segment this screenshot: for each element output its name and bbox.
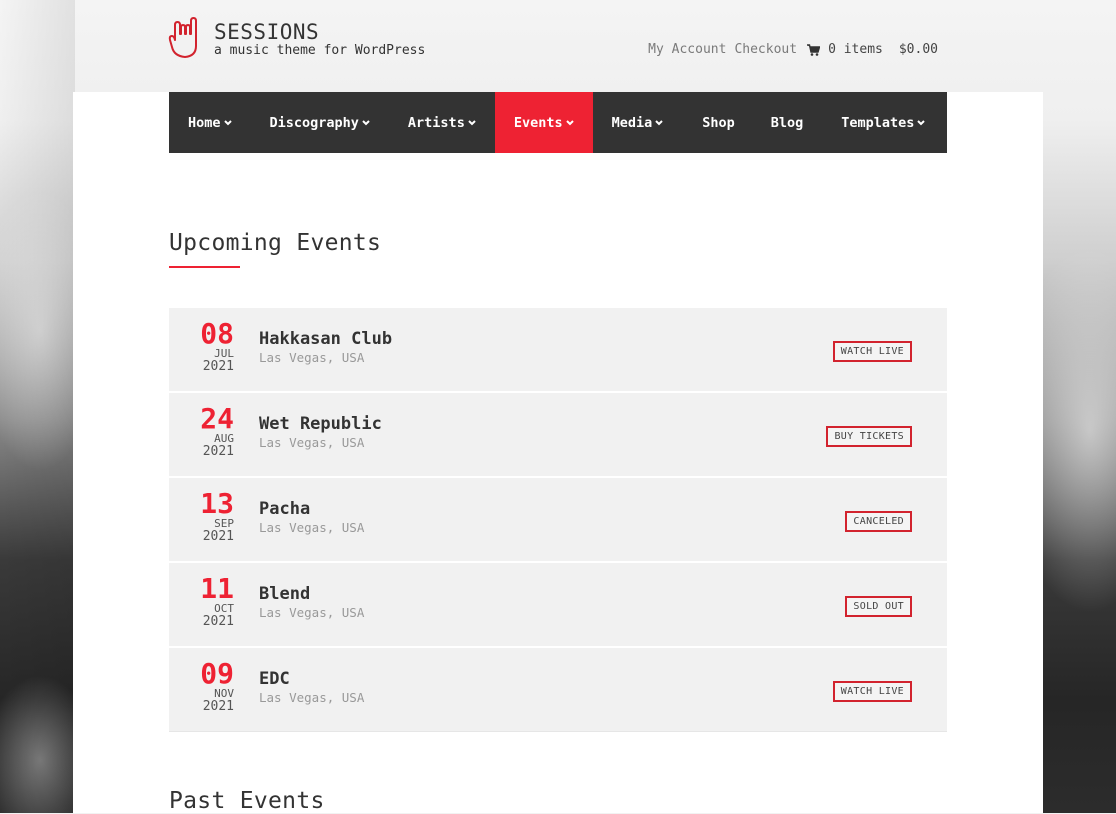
cart-total[interactable]: $0.00 — [899, 42, 938, 57]
event-day: 11 — [200, 572, 234, 605]
sold-out-badge[interactable]: SOLD OUT — [845, 596, 912, 617]
event-date: 13 SEP 2021 — [169, 490, 234, 544]
event-row[interactable]: 13 SEP 2021 Pacha Las Vegas, USA CANCELE… — [169, 478, 947, 563]
event-day: 24 — [200, 402, 234, 435]
watch-live-button[interactable]: WATCH LIVE — [832, 341, 912, 362]
nav-label: Events — [513, 114, 563, 131]
nav-item-home[interactable]: Home — [169, 92, 251, 153]
event-row[interactable]: 24 AUG 2021 Wet Republic Las Vegas, USA … — [169, 393, 947, 478]
nav-item-events[interactable]: Events — [494, 92, 593, 153]
nav-item-discography[interactable]: Discography — [251, 92, 389, 153]
my-account-link[interactable]: My Account — [648, 42, 726, 57]
event-row[interactable]: 08 JUL 2021 Hakkasan Club Las Vegas, USA… — [169, 308, 947, 393]
nav-label: Home — [188, 114, 221, 131]
nav-item-media[interactable]: Media — [593, 92, 683, 153]
event-year: 2021 — [202, 529, 234, 544]
event-location: Las Vegas, USA — [259, 435, 365, 450]
event-year: 2021 — [202, 444, 234, 459]
nav-item-artists[interactable]: Artists — [389, 92, 495, 153]
event-venue[interactable]: Pacha — [259, 499, 310, 519]
nav-label: Blog — [770, 114, 804, 131]
rock-hand-icon[interactable] — [168, 16, 202, 60]
nav-item-shop[interactable]: Shop — [682, 92, 753, 153]
event-venue[interactable]: Blend — [259, 584, 310, 604]
site-header: SESSIONS a music theme for WordPress My … — [168, 16, 946, 66]
cart-count[interactable]: 0 items — [828, 42, 883, 57]
buy-tickets-button[interactable]: BUY TICKETS — [826, 426, 912, 447]
site-title[interactable]: SESSIONS — [214, 20, 319, 44]
event-location: Las Vegas, USA — [259, 690, 365, 705]
upcoming-events-heading: Upcoming Events — [169, 230, 382, 256]
nav-label: Discography — [269, 114, 359, 131]
chevron-down-icon — [223, 119, 232, 125]
event-venue[interactable]: Hakkasan Club — [259, 329, 392, 349]
nav-item-templates[interactable]: Templates — [823, 92, 944, 153]
event-row[interactable]: 11 OCT 2021 Blend Las Vegas, USA SOLD OU… — [169, 563, 947, 648]
event-day: 13 — [200, 487, 234, 520]
checkout-link[interactable]: Checkout — [734, 42, 797, 57]
event-venue[interactable]: Wet Republic — [259, 414, 382, 434]
chevron-down-icon — [468, 119, 476, 125]
chevron-down-icon — [917, 119, 926, 125]
event-day: 09 — [200, 657, 234, 690]
heading-underline — [169, 266, 240, 268]
nav-label: Shop — [702, 114, 735, 131]
past-events-heading: Past Events — [169, 788, 325, 814]
nav-label: Media — [611, 114, 653, 131]
event-year: 2021 — [202, 614, 234, 629]
event-day: 08 — [200, 317, 234, 350]
upcoming-events-list: 08 JUL 2021 Hakkasan Club Las Vegas, USA… — [169, 308, 947, 732]
canceled-badge[interactable]: CANCELED — [845, 511, 912, 532]
event-date: 08 JUL 2021 — [169, 320, 234, 374]
chevron-down-icon — [565, 119, 574, 125]
nav-item-blog[interactable]: Blog — [753, 92, 824, 153]
watch-live-button[interactable]: WATCH LIVE — [832, 681, 912, 702]
event-year: 2021 — [202, 359, 234, 374]
site-tagline: a music theme for WordPress — [214, 43, 426, 58]
nav-label: Templates — [841, 114, 915, 131]
chevron-down-icon — [362, 119, 370, 125]
event-date: 24 AUG 2021 — [169, 405, 234, 459]
event-year: 2021 — [202, 699, 234, 714]
event-date: 11 OCT 2021 — [169, 575, 234, 629]
event-location: Las Vegas, USA — [259, 605, 365, 620]
event-date: 09 NOV 2021 — [169, 660, 234, 714]
chevron-down-icon — [655, 119, 663, 125]
main-nav: Home Discography Artists Events Media Sh… — [169, 92, 947, 153]
event-location: Las Vegas, USA — [259, 520, 365, 535]
event-row[interactable]: 09 NOV 2021 EDC Las Vegas, USA WATCH LIV… — [169, 648, 947, 732]
cart-icon[interactable] — [807, 43, 821, 56]
header-links: My Account Checkout 0 items $0.00 — [648, 42, 938, 57]
event-venue[interactable]: EDC — [259, 669, 290, 689]
event-location: Las Vegas, USA — [259, 350, 365, 365]
nav-label: Artists — [407, 114, 465, 131]
